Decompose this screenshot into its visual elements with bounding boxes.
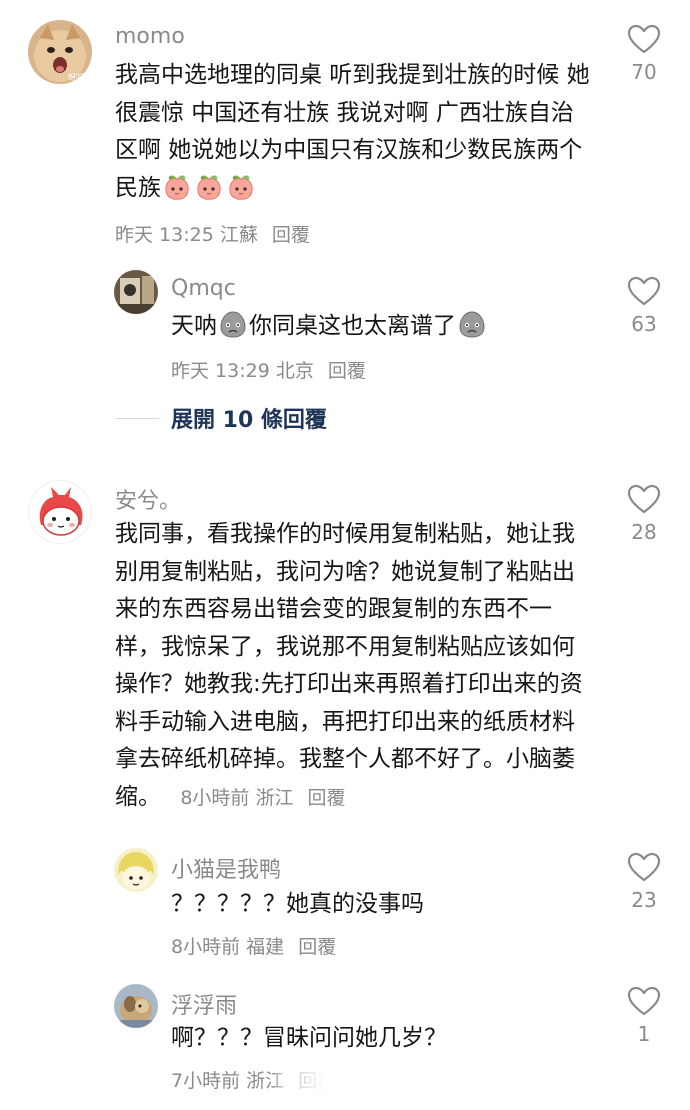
divider (115, 417, 159, 419)
avatar[interactable] (114, 270, 158, 314)
like-button[interactable]: 70 (614, 24, 674, 84)
comment-meta: 昨天 13:29 北京 回覆 (171, 356, 366, 383)
heart-outline-icon (627, 276, 661, 306)
comment-meta: 8小時前 福建 回覆 (171, 932, 336, 959)
reply-text-content: ？？？？？她真的没事吗 (171, 891, 424, 917)
timestamp: 昨天 13:25 (115, 224, 214, 246)
svg-text:呀呱!: 呀呱! (68, 72, 87, 82)
like-button[interactable]: 28 (614, 484, 674, 544)
comment-meta: 昨天 13:25 江蘇 回覆 (115, 220, 310, 247)
username[interactable]: 安兮。 (115, 483, 181, 515)
comment-text: 我同事，看我操作的时候用复制粘贴，她让我别用复制粘贴，我问为啥？她说复制了粘贴出… (115, 516, 595, 817)
peach-face-emoji (194, 171, 224, 214)
location: 浙江 (255, 786, 294, 809)
heart-outline-icon (627, 852, 661, 882)
sad-blob-emoji (457, 309, 487, 352)
comment-text: 我高中选地理的同桌 听到我提到壮族的时候 她很震惊 中国还有壮族 我说对啊 广西… (115, 57, 595, 213)
timestamp: 昨天 13:29 (171, 360, 270, 382)
location: 福建 (246, 936, 285, 958)
reply-text-part: 天呐 (171, 313, 217, 339)
timestamp: 8小時前 (180, 786, 250, 809)
like-count: 23 (631, 888, 657, 912)
heart-outline-icon (627, 24, 661, 54)
comment-meta: 8小時前 浙江 回覆 (180, 787, 345, 809)
avatar[interactable] (28, 480, 92, 544)
peach-face-emoji (162, 171, 192, 214)
reply-button[interactable]: 回覆 (308, 787, 346, 809)
heart-outline-icon (627, 986, 661, 1016)
reply-button[interactable]: 回覆 (298, 936, 336, 958)
peach-face-emoji (226, 171, 256, 214)
avatar[interactable] (114, 984, 158, 1028)
like-count: 28 (631, 520, 657, 544)
reply-button[interactable]: 回覆 (272, 224, 310, 246)
reply-text: ？？？？？她真的没事吗 (171, 886, 591, 924)
avatar[interactable]: 呀呱! (28, 20, 92, 84)
reply-text-content: 啊？？？冒昧问问她几岁？ (171, 1025, 447, 1051)
like-count: 63 (631, 312, 657, 336)
reply-text: 天呐 你同桌这也太离谱了 (171, 308, 591, 352)
reply-text-part: 你同桌这也太离谱了 (249, 313, 456, 339)
username[interactable]: Qmqc (171, 276, 236, 301)
expand-replies-label: 展開 10 條回覆 (171, 408, 327, 433)
like-count: 1 (637, 1022, 651, 1046)
username[interactable]: 小猫是我鸭 (171, 852, 281, 884)
expand-replies-button[interactable]: 展開 10 條回覆 (115, 402, 327, 434)
reply-text: 啊？？？冒昧问问她几岁？ (171, 1020, 591, 1058)
timestamp: 8小時前 (171, 936, 241, 958)
like-count: 70 (631, 60, 657, 84)
comment-text-content: 我同事，看我操作的时候用复制粘贴，她让我别用复制粘贴，我问为啥？她说复制了粘贴出… (115, 521, 583, 810)
username[interactable]: 浮浮雨 (171, 988, 237, 1020)
location: 北京 (275, 360, 314, 382)
like-button[interactable]: 63 (614, 276, 674, 336)
heart-outline-icon (627, 484, 661, 514)
sad-blob-emoji (218, 309, 248, 352)
username[interactable]: momo (115, 24, 185, 49)
timestamp: 7小時前 (171, 1070, 241, 1092)
like-button[interactable]: 1 (614, 986, 674, 1046)
bottom-fade-overlay (275, 1066, 445, 1096)
avatar[interactable] (114, 848, 158, 892)
reply-button[interactable]: 回覆 (328, 360, 366, 382)
location: 江蘇 (219, 224, 258, 246)
like-button[interactable]: 23 (614, 852, 674, 912)
